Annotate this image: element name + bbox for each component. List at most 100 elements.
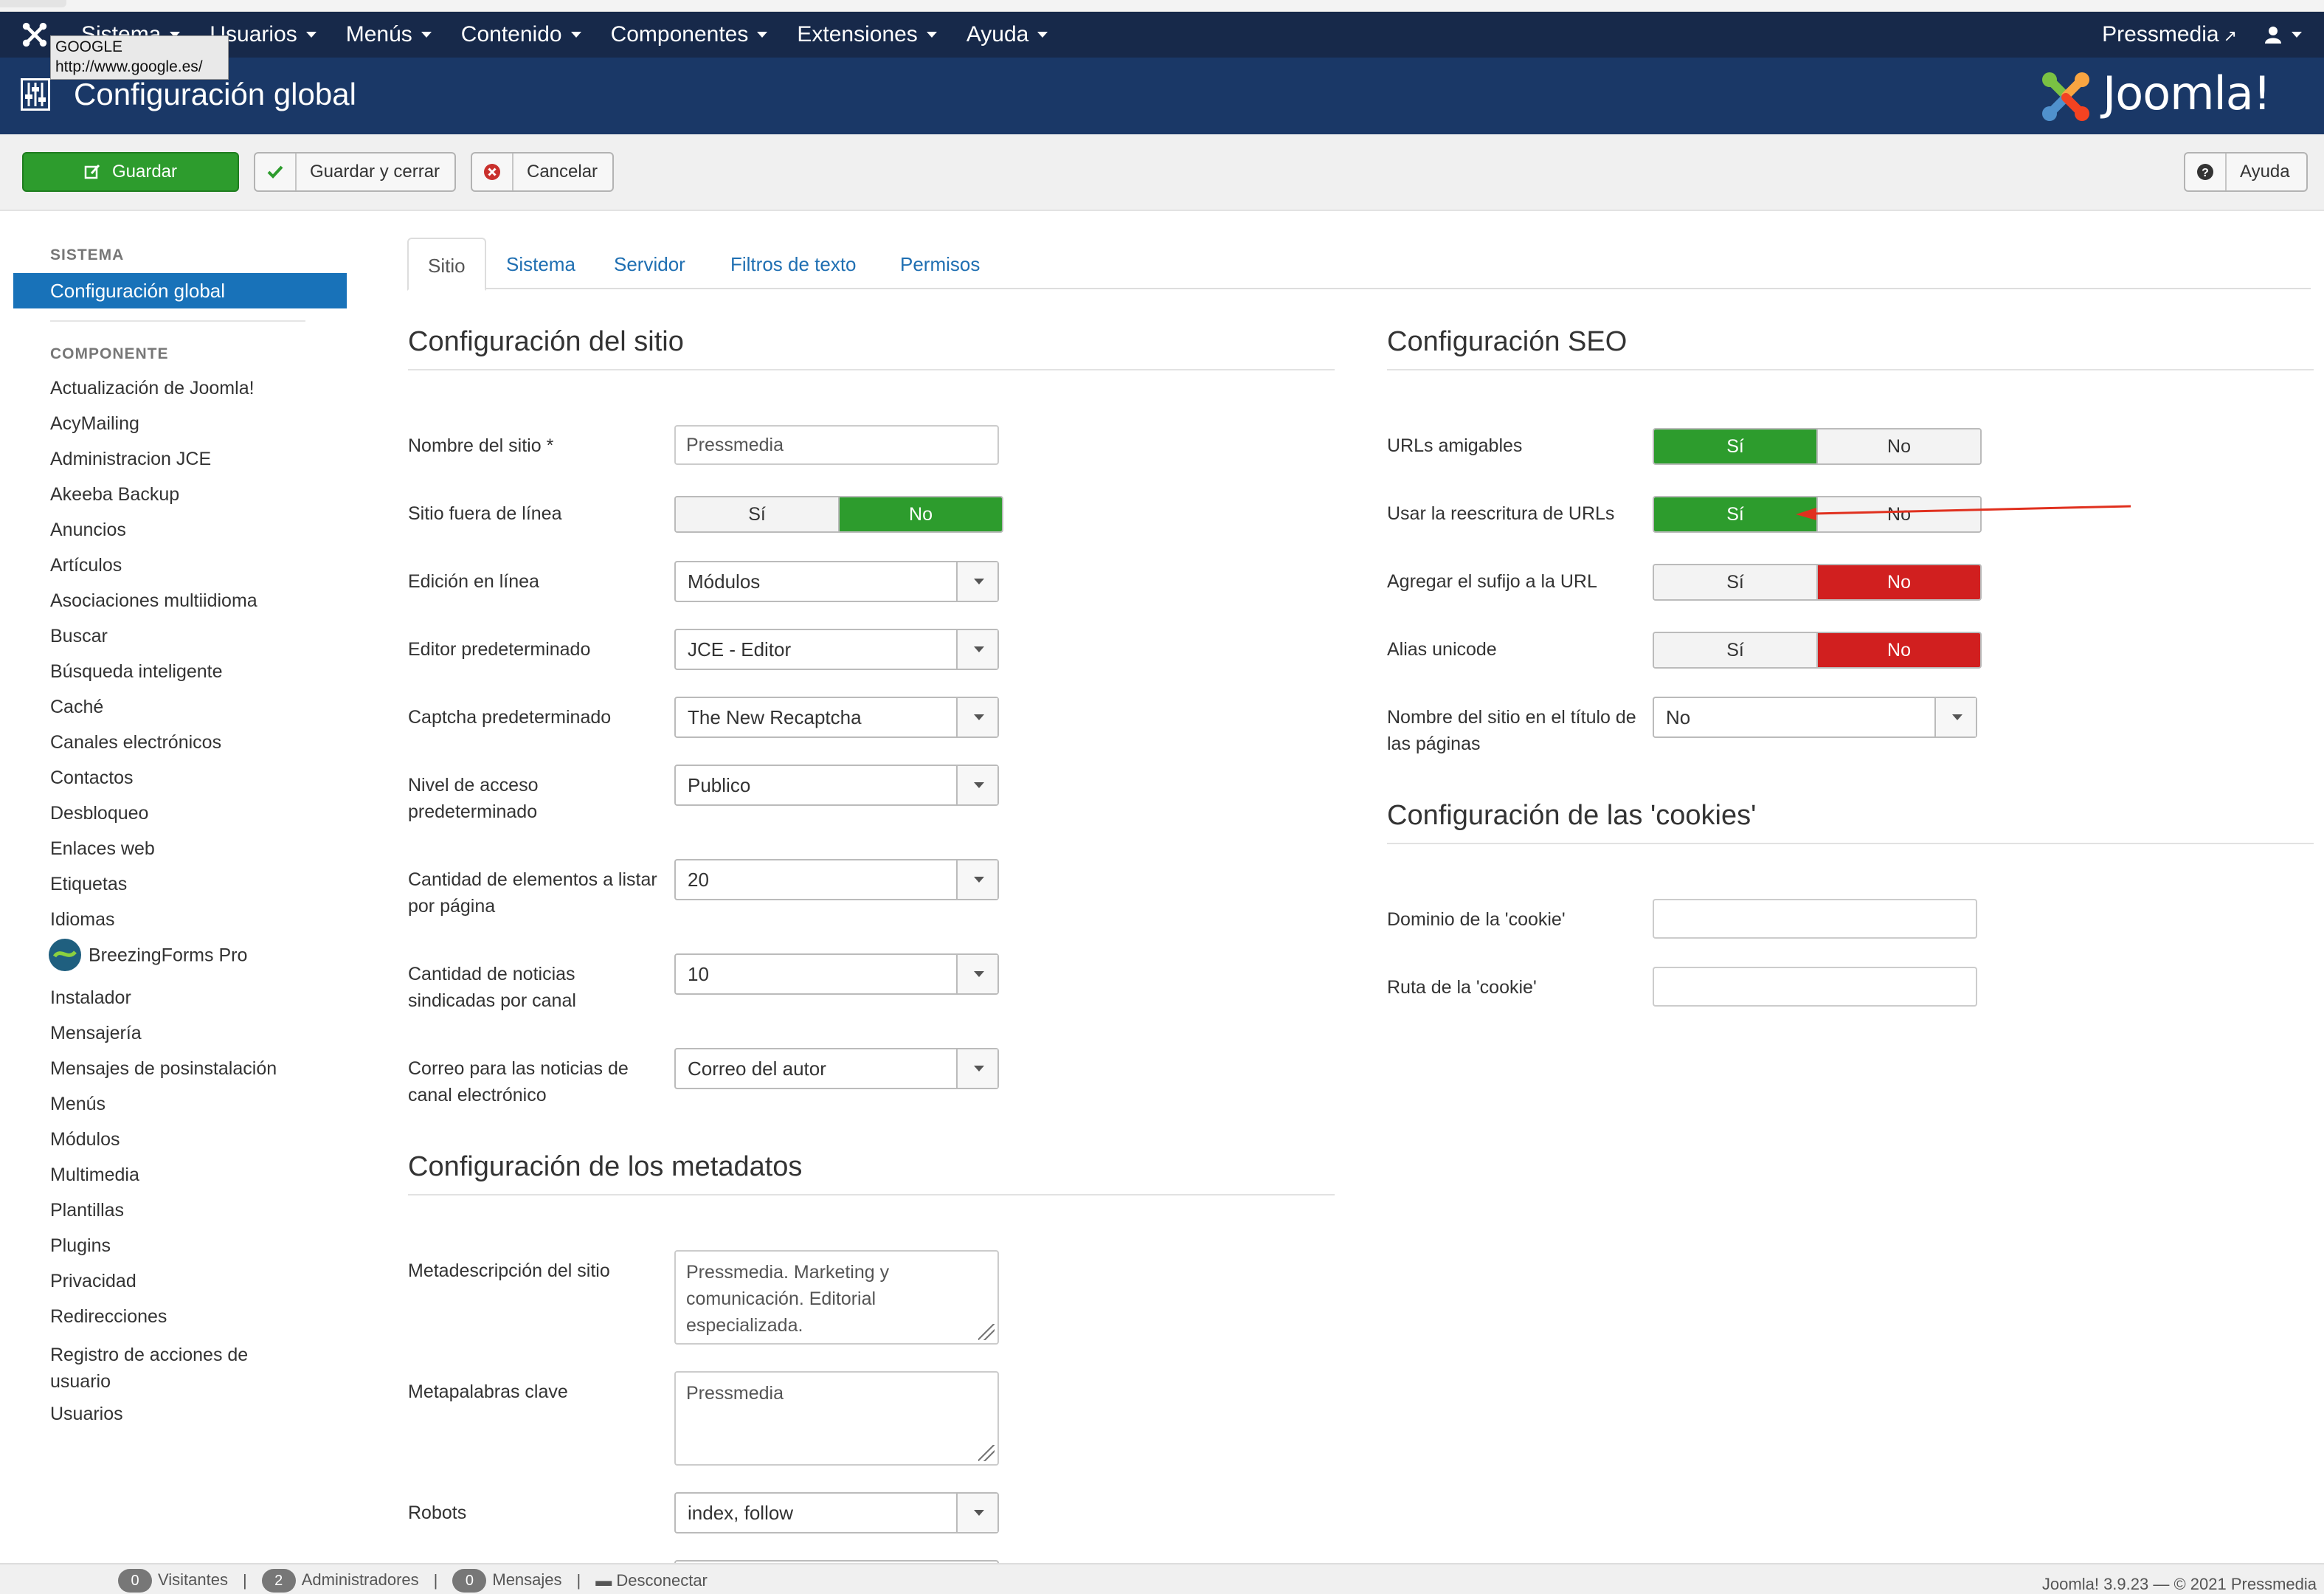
list-limit-select[interactable]: 20 bbox=[674, 859, 999, 900]
annotation-arrow bbox=[1796, 505, 2131, 520]
sidebar-item[interactable]: Contactos bbox=[50, 767, 134, 789]
nav-extensiones[interactable]: Extensiones bbox=[797, 22, 937, 47]
tab-servidor[interactable]: Servidor bbox=[595, 238, 705, 291]
admins-status[interactable]: 2 Administradores bbox=[261, 1569, 419, 1593]
joomla-brand: Joomla! bbox=[2103, 66, 2272, 120]
messages-status[interactable]: 0 Mensajes bbox=[452, 1569, 562, 1593]
section-title-metadata: Configuración de los metadatos bbox=[408, 1151, 803, 1182]
check-icon bbox=[255, 153, 297, 190]
save-button[interactable]: Guardar bbox=[22, 152, 239, 192]
unicode-toggle[interactable]: Sí No bbox=[1653, 632, 1982, 669]
sidebar-item[interactable]: Menús bbox=[50, 1094, 106, 1115]
sidebar-item[interactable]: Administracion JCE bbox=[50, 449, 211, 470]
sidebar-item-breezingforms[interactable]: BreezingForms Pro bbox=[49, 939, 247, 973]
suffix-no-option[interactable]: No bbox=[1816, 565, 1980, 599]
chevron-down-icon bbox=[956, 955, 997, 993]
sidebar-item[interactable]: Artículos bbox=[50, 555, 122, 576]
sidebar-item[interactable]: Caché bbox=[50, 697, 103, 718]
sidebar-item[interactable]: Instalador bbox=[50, 987, 131, 1009]
meta-desc-textarea[interactable]: Pressmedia. Marketing y comunicación. Ed… bbox=[674, 1250, 999, 1345]
captcha-label: Captcha predeterminado bbox=[408, 707, 612, 728]
sidebar-item[interactable]: Redirecciones bbox=[50, 1306, 167, 1328]
cookie-domain-input[interactable] bbox=[1653, 899, 1977, 939]
nav-componentes[interactable]: Componentes bbox=[611, 22, 768, 47]
user-menu[interactable] bbox=[2264, 25, 2302, 44]
sidebar-item[interactable]: Desbloqueo bbox=[50, 803, 148, 824]
suffix-label: Agregar el sufijo a la URL bbox=[1387, 571, 1597, 592]
browser-top-strip bbox=[0, 0, 2324, 12]
meta-desc-label: Metadescripción del sitio bbox=[408, 1260, 610, 1281]
nav-menus[interactable]: Menús bbox=[346, 22, 432, 47]
sef-toggle[interactable]: Sí No bbox=[1653, 428, 1982, 465]
sidebar-item[interactable]: Multimedia bbox=[50, 1165, 139, 1186]
site-name-input[interactable]: Pressmedia bbox=[674, 425, 999, 465]
sidebar-item[interactable]: Canales electrónicos bbox=[50, 732, 221, 753]
meta-keys-textarea[interactable]: Pressmedia bbox=[674, 1371, 999, 1466]
sidebar-item[interactable]: Akeeba Backup bbox=[50, 484, 179, 506]
sidebar-item[interactable]: Idiomas bbox=[50, 909, 115, 931]
sidebar-item[interactable]: Actualización de Joomla! bbox=[50, 378, 255, 399]
editor-select[interactable]: JCE - Editor bbox=[674, 629, 999, 670]
robots-label: Robots bbox=[408, 1502, 467, 1523]
suffix-yes-option[interactable]: Sí bbox=[1654, 565, 1816, 599]
sef-yes-option[interactable]: Sí bbox=[1654, 429, 1816, 463]
nav-ayuda[interactable]: Ayuda bbox=[966, 22, 1048, 47]
sidebar-item[interactable]: Mensajería bbox=[50, 1023, 142, 1044]
footer-divider: | bbox=[576, 1571, 581, 1590]
sidebar-item[interactable]: Búsqueda inteligente bbox=[50, 661, 223, 683]
sef-no-option[interactable]: No bbox=[1816, 429, 1980, 463]
sitename-pages-select[interactable]: No bbox=[1653, 697, 1977, 738]
offline-yes-option[interactable]: Sí bbox=[676, 497, 838, 531]
admin-navbar: Sistema Usuarios Menús Contenido Compone… bbox=[0, 12, 2324, 58]
tab-sistema[interactable]: Sistema bbox=[487, 238, 595, 291]
sidebar-heading-system: SISTEMA bbox=[50, 246, 125, 263]
unicode-no-option[interactable]: No bbox=[1816, 633, 1980, 667]
unicode-label: Alias unicode bbox=[1387, 639, 1497, 660]
sidebar-item-global-config[interactable]: Configuración global bbox=[13, 273, 347, 308]
resize-grip-icon[interactable] bbox=[978, 1445, 995, 1461]
help-button[interactable]: ? Ayuda bbox=[2184, 152, 2308, 192]
tab-permisos[interactable]: Permisos bbox=[881, 238, 999, 291]
cancel-button[interactable]: Cancelar bbox=[471, 152, 614, 192]
sidebar-item[interactable]: Etiquetas bbox=[50, 874, 127, 895]
visitors-status[interactable]: 0 Visitantes bbox=[118, 1569, 228, 1593]
sidebar-item[interactable]: Plugins bbox=[50, 1235, 111, 1257]
offline-no-option[interactable]: No bbox=[838, 497, 1002, 531]
sidebar-item[interactable]: Registro de acciones de usuario bbox=[50, 1342, 286, 1395]
sidebar-divider bbox=[50, 320, 305, 322]
suffix-toggle[interactable]: Sí No bbox=[1653, 564, 1982, 601]
sidebar-item[interactable]: Módulos bbox=[50, 1129, 120, 1150]
joomla-menu-icon[interactable] bbox=[21, 21, 49, 49]
sidebar-item[interactable]: Asociaciones multiidioma bbox=[50, 590, 257, 612]
tab-filtros[interactable]: Filtros de texto bbox=[711, 238, 876, 291]
feed-limit-select[interactable]: 10 bbox=[674, 953, 999, 995]
sidebar-item[interactable]: Privacidad bbox=[50, 1271, 136, 1292]
sidebar-item[interactable]: AcyMailing bbox=[50, 413, 139, 435]
frontend-edit-select[interactable]: Módulos bbox=[674, 561, 999, 602]
robots-select[interactable]: index, follow bbox=[674, 1492, 999, 1533]
cookie-path-input[interactable] bbox=[1653, 967, 1977, 1007]
unicode-yes-option[interactable]: Sí bbox=[1654, 633, 1816, 667]
chevron-down-icon bbox=[956, 698, 997, 736]
sidebar-item[interactable]: Buscar bbox=[50, 626, 108, 647]
logout-link[interactable]: ▬ Desconectar bbox=[595, 1571, 708, 1590]
config-tabs: Sitio Sistema Servidor Filtros de texto … bbox=[407, 238, 2311, 291]
main-menu: Sistema Usuarios Menús Contenido Compone… bbox=[81, 12, 1077, 58]
feed-email-select[interactable]: Correo del autor bbox=[674, 1048, 999, 1089]
section-divider bbox=[408, 1194, 1335, 1196]
resize-grip-icon[interactable] bbox=[978, 1324, 995, 1340]
access-select[interactable]: Publico bbox=[674, 765, 999, 806]
sidebar-item[interactable]: Usuarios bbox=[50, 1404, 123, 1425]
sidebar-item[interactable]: Anuncios bbox=[50, 520, 126, 541]
tab-sitio[interactable]: Sitio bbox=[407, 238, 486, 291]
save-close-button[interactable]: Guardar y cerrar bbox=[254, 152, 456, 192]
site-link[interactable]: Pressmedia ↗ bbox=[2102, 22, 2237, 47]
captcha-select[interactable]: The New Recaptcha bbox=[674, 697, 999, 738]
sidebar-item[interactable]: Plantillas bbox=[50, 1200, 124, 1221]
sidebar-heading-component: COMPONENTE bbox=[50, 345, 169, 362]
sidebar-item[interactable]: Mensajes de posinstalación bbox=[50, 1058, 277, 1080]
offline-toggle[interactable]: Sí No bbox=[674, 496, 1003, 533]
sidebar-item[interactable]: Enlaces web bbox=[50, 838, 155, 860]
nav-contenido[interactable]: Contenido bbox=[461, 22, 581, 47]
toolbar: Guardar Guardar y cerrar Cancelar ? Ayud… bbox=[0, 134, 2324, 211]
